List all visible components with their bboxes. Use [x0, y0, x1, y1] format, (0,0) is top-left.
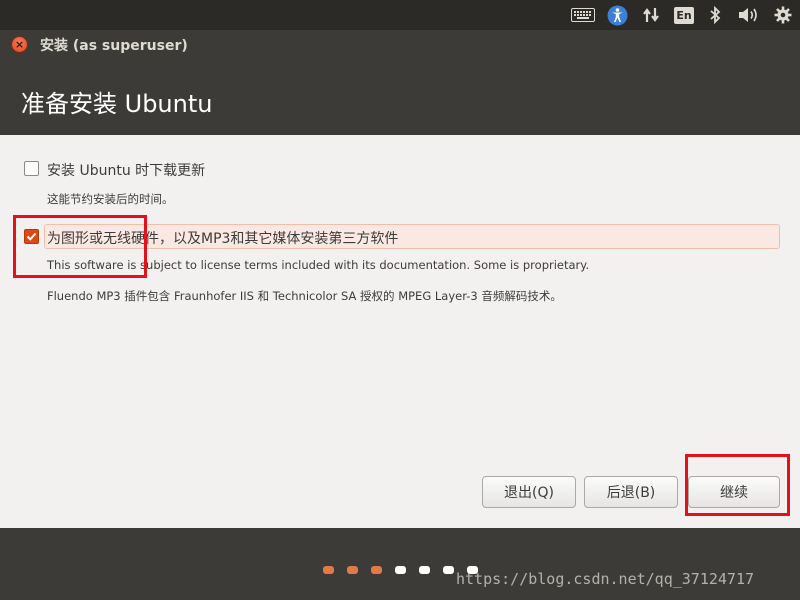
back-button[interactable]: 后退(B): [584, 476, 678, 508]
progress-dot: [443, 566, 454, 574]
continue-button[interactable]: 继续: [688, 476, 780, 508]
progress-dot: [395, 566, 406, 574]
close-button[interactable]: ×: [11, 36, 28, 53]
gear-icon[interactable]: [772, 4, 794, 26]
quit-button[interactable]: 退出(Q): [482, 476, 576, 508]
keyboard-icon[interactable]: [570, 4, 596, 26]
watermark: https://blog.csdn.net/qq_37124717: [456, 570, 755, 588]
fluendo-mp3-note: Fluendo MP3 插件包含 Fraunhofer IIS 和 Techni…: [47, 289, 562, 303]
download-updates-description: 这能节约安装后的时间。: [47, 192, 174, 206]
progress-dot: [419, 566, 430, 574]
progress-dot: [371, 566, 382, 574]
language-indicator[interactable]: En: [673, 4, 695, 26]
top-panel: En: [0, 0, 800, 30]
close-icon: ×: [14, 38, 25, 51]
volume-icon[interactable]: [736, 4, 762, 26]
page-title: 准备安装 Ubuntu: [21, 90, 213, 118]
download-updates-label[interactable]: 安装 Ubuntu 时下载更新: [47, 160, 205, 180]
network-arrows-icon[interactable]: [640, 4, 662, 26]
footer: [0, 528, 800, 600]
progress-dot: [347, 566, 358, 574]
accessibility-icon[interactable]: [605, 4, 629, 26]
download-updates-checkbox[interactable]: [24, 161, 39, 176]
bluetooth-icon[interactable]: [706, 4, 724, 26]
annotation-box-checkbox: [13, 215, 147, 278]
progress-dot: [323, 566, 334, 574]
window-title: 安装 (as superuser): [40, 38, 188, 54]
